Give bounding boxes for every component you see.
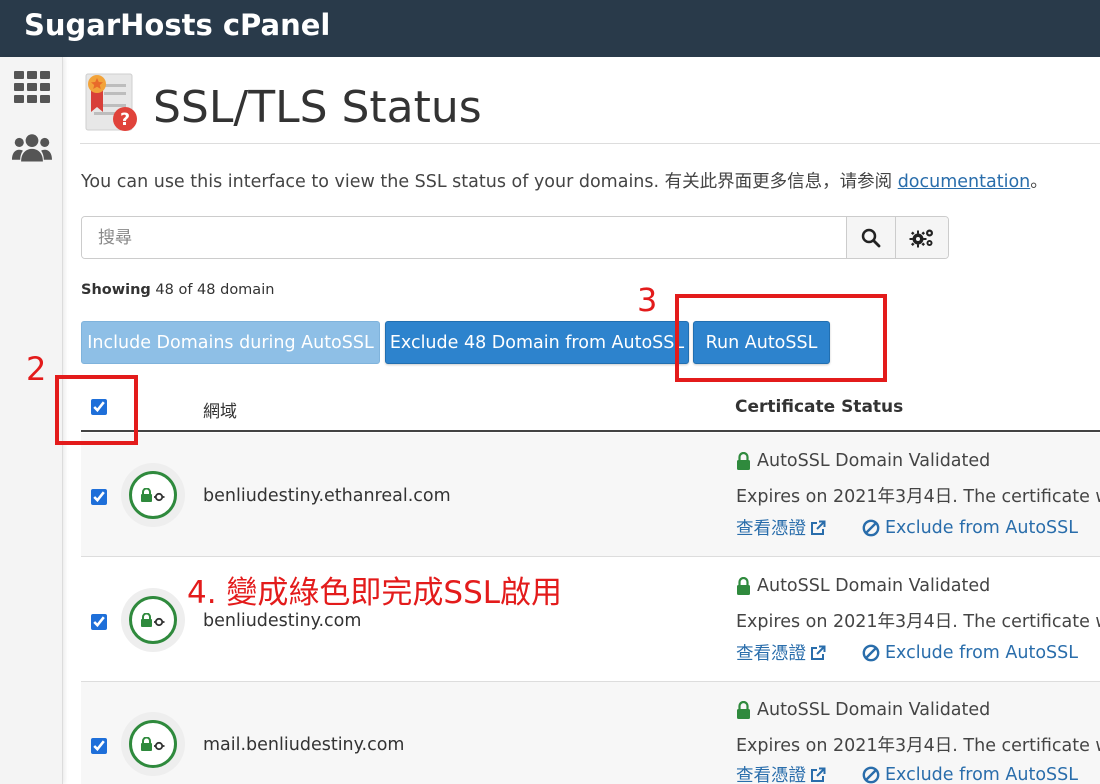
- sidebar: [0, 57, 63, 784]
- settings-button[interactable]: [895, 217, 948, 258]
- search-icon: [861, 228, 881, 247]
- expiry-text: Expires on 2021年3月4日. The certificate wi…: [736, 487, 1100, 507]
- intro-suffix: 。: [1030, 172, 1048, 192]
- certificate-status: AutoSSL Domain Validated: [736, 700, 990, 720]
- svg-text:?: ?: [120, 110, 130, 130]
- row-checkbox[interactable]: [91, 614, 107, 630]
- row-checkbox[interactable]: [91, 738, 107, 754]
- external-link-icon: [811, 645, 826, 660]
- external-link-icon: [811, 520, 826, 535]
- view-certificate-label: 查看憑證: [736, 519, 806, 539]
- documentation-link[interactable]: documentation: [898, 172, 1031, 192]
- ssl-certificate-icon: ?: [84, 72, 140, 134]
- ssl-status-badge: [121, 463, 185, 527]
- search-input[interactable]: [82, 217, 846, 258]
- domain-name: mail.benliudestiny.com: [203, 735, 405, 755]
- top-bar: SugarHosts cPanel: [0, 0, 1100, 57]
- ban-icon: [862, 766, 880, 783]
- annotation-step-3: 3: [637, 281, 658, 319]
- include-domains-button[interactable]: Include Domains during AutoSSL: [81, 321, 380, 364]
- lock-link-icon: [141, 737, 165, 751]
- row-actions: 查看憑證 Exclude from AutoSSL: [736, 762, 1078, 784]
- external-link-icon: [811, 767, 826, 782]
- exclude-label: Exclude from AutoSSL: [885, 517, 1079, 538]
- lock-link-icon: [141, 613, 165, 627]
- table-header: 網域 Certificate Status: [81, 380, 1100, 432]
- view-certificate-link[interactable]: 查看憑證: [736, 762, 826, 784]
- ssl-status-badge: [121, 712, 185, 776]
- view-certificate-label: 查看憑證: [736, 644, 806, 664]
- certificate-status: AutoSSL Domain Validated: [736, 451, 990, 471]
- exclude-label: Exclude from AutoSSL: [885, 764, 1079, 784]
- exclude-from-autossl-link[interactable]: Exclude from AutoSSL: [862, 515, 1078, 540]
- row-actions: 查看憑證 Exclude from AutoSSL: [736, 515, 1078, 540]
- annotation-box-select-all: [55, 375, 138, 445]
- row-checkbox[interactable]: [91, 489, 107, 505]
- exclude-label: Exclude from AutoSSL: [885, 642, 1079, 663]
- search-button[interactable]: [846, 217, 895, 258]
- status-text: AutoSSL Domain Validated: [757, 451, 991, 471]
- expiry-text: Expires on 2021年3月4日. The certificate wi…: [736, 612, 1100, 632]
- brand-logo[interactable]: SugarHosts cPanel: [24, 8, 330, 42]
- search-bar: [81, 216, 949, 259]
- title-divider: [80, 143, 1100, 144]
- ban-icon: [862, 644, 880, 661]
- intro-text: You can use this interface to view the S…: [81, 168, 1048, 193]
- annotation-step-4: 4. 變成綠色即完成SSL啟用: [187, 575, 563, 611]
- intro-description: You can use this interface to view the S…: [81, 172, 898, 192]
- lock-icon: [737, 452, 750, 470]
- row-actions: 查看憑證 Exclude from AutoSSL: [736, 640, 1078, 665]
- showing-label: Showing: [81, 282, 151, 298]
- lock-icon: [737, 701, 750, 719]
- showing-count: Showing 48 of 48 domain: [81, 282, 274, 298]
- column-certificate-status[interactable]: Certificate Status: [735, 397, 903, 417]
- domain-name: benliudestiny.com: [203, 611, 362, 631]
- status-text: AutoSSL Domain Validated: [757, 700, 991, 720]
- gears-icon: [909, 229, 933, 247]
- ssl-status-badge: [121, 588, 185, 652]
- exclude-from-autossl-link[interactable]: Exclude from AutoSSL: [862, 640, 1078, 665]
- lock-link-icon: [141, 488, 165, 502]
- users-icon[interactable]: [12, 129, 52, 165]
- grid-icon[interactable]: [12, 69, 52, 105]
- expiry-text: Expires on 2021年3月4日. The certificate wi…: [736, 736, 1100, 756]
- certificate-status: AutoSSL Domain Validated: [736, 576, 990, 596]
- showing-rest: 48 of 48 domain: [150, 282, 275, 298]
- ban-icon: [862, 519, 880, 536]
- lock-icon: [737, 577, 750, 595]
- view-certificate-label: 查看憑證: [736, 766, 806, 784]
- table-row: benliudestiny.ethanreal.com AutoSSL Doma…: [81, 433, 1100, 557]
- annotation-box-run-autossl: [675, 294, 887, 382]
- table-row: mail.benliudestiny.com AutoSSL Domain Va…: [81, 682, 1100, 784]
- exclude-from-autossl-link[interactable]: Exclude from AutoSSL: [862, 762, 1078, 784]
- domain-name: benliudestiny.ethanreal.com: [203, 486, 451, 506]
- column-domain[interactable]: 網域: [203, 397, 237, 422]
- exclude-domains-button[interactable]: Exclude 48 Domain from AutoSSL: [385, 321, 689, 364]
- page-title: SSL/TLS Status: [153, 82, 482, 133]
- view-certificate-link[interactable]: 查看憑證: [736, 640, 826, 665]
- annotation-step-2: 2: [26, 350, 47, 388]
- view-certificate-link[interactable]: 查看憑證: [736, 515, 826, 540]
- status-text: AutoSSL Domain Validated: [757, 576, 991, 596]
